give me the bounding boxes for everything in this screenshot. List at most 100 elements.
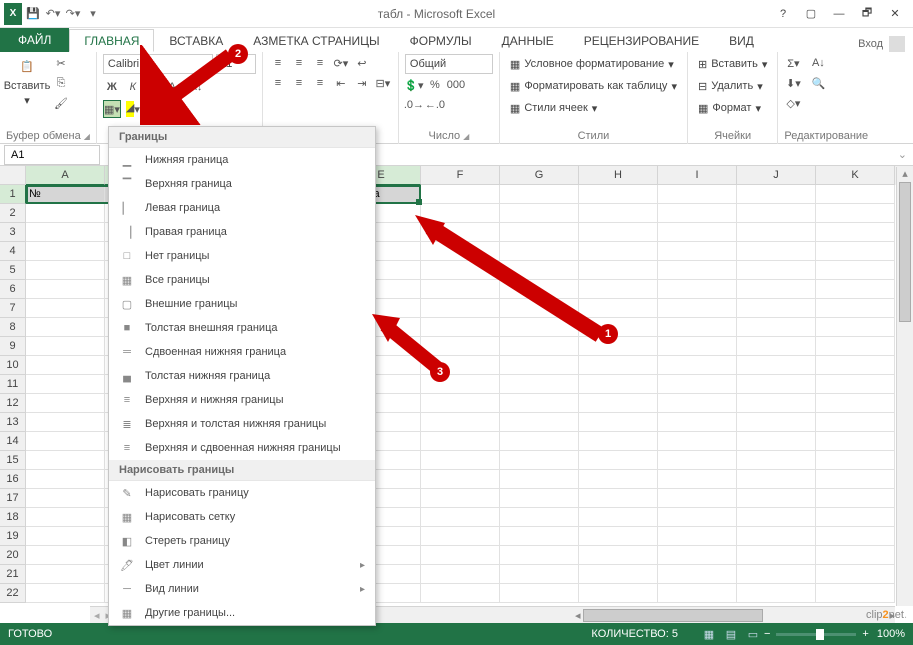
cell[interactable] — [816, 394, 895, 413]
cell[interactable] — [421, 451, 500, 470]
cell[interactable] — [737, 527, 816, 546]
cell[interactable] — [816, 261, 895, 280]
sort-filter-icon[interactable]: A↓ — [805, 54, 831, 72]
user-icon[interactable] — [889, 36, 905, 52]
cell[interactable] — [500, 565, 579, 584]
increase-indent-icon[interactable]: ⇥ — [353, 74, 371, 92]
wrap-text-icon[interactable]: ↩ — [353, 54, 371, 72]
row-header[interactable]: 2 — [0, 204, 26, 223]
cell[interactable] — [816, 185, 895, 204]
row-header[interactable]: 15 — [0, 451, 26, 470]
cell[interactable] — [500, 489, 579, 508]
border-menu-item[interactable]: ✎Нарисовать границу — [109, 481, 375, 505]
cell[interactable] — [579, 546, 658, 565]
help-icon[interactable]: ? — [771, 4, 795, 24]
cell[interactable] — [658, 261, 737, 280]
border-menu-item[interactable]: ═Сдвоенная нижняя граница — [109, 340, 375, 364]
cell[interactable] — [579, 261, 658, 280]
cell[interactable] — [737, 261, 816, 280]
cell[interactable] — [421, 394, 500, 413]
cell[interactable] — [26, 375, 105, 394]
cell[interactable] — [421, 318, 500, 337]
cell[interactable] — [421, 527, 500, 546]
cell[interactable] — [658, 337, 737, 356]
row-header[interactable]: 17 — [0, 489, 26, 508]
view-page-break-icon[interactable]: ▭ — [742, 625, 764, 643]
shrink-font-icon[interactable]: A↓ — [187, 78, 205, 96]
cell[interactable] — [658, 489, 737, 508]
cell[interactable] — [816, 451, 895, 470]
zoom-out-icon[interactable]: − — [764, 628, 770, 640]
restore-icon[interactable]: 🗗 — [855, 4, 879, 24]
cell[interactable] — [658, 413, 737, 432]
decrease-decimal-icon[interactable]: ←.0 — [426, 96, 444, 114]
cell[interactable] — [26, 584, 105, 603]
number-format-combo[interactable]: Общий — [405, 54, 493, 74]
delete-cells-button[interactable]: ⊟Удалить▾ — [694, 76, 767, 96]
merge-center-icon[interactable]: ⊟▾ — [374, 74, 392, 92]
cell[interactable] — [500, 508, 579, 527]
border-menu-item[interactable]: □Нет границы — [109, 244, 375, 268]
col-header-F[interactable]: F — [421, 166, 500, 185]
cell[interactable] — [26, 527, 105, 546]
underline-button[interactable]: Ч — [145, 78, 163, 96]
cell[interactable] — [26, 280, 105, 299]
formula-expand-icon[interactable]: ⌄ — [892, 148, 913, 161]
decrease-indent-icon[interactable]: ⇤ — [332, 74, 350, 92]
border-menu-item[interactable]: ■Толстая внешняя граница — [109, 316, 375, 340]
row-header[interactable]: 19 — [0, 527, 26, 546]
name-box[interactable]: A1 — [4, 145, 100, 165]
cell[interactable] — [26, 356, 105, 375]
cell[interactable] — [421, 470, 500, 489]
cell[interactable] — [737, 413, 816, 432]
paste-button[interactable]: 📋 Вставить ▾ — [6, 54, 48, 107]
excel-icon[interactable]: X — [4, 5, 22, 23]
cell[interactable] — [421, 204, 500, 223]
cell[interactable] — [816, 204, 895, 223]
cell[interactable] — [816, 413, 895, 432]
align-right-icon[interactable]: ≡ — [311, 74, 329, 92]
dialog-launcher-icon[interactable]: ◢ — [84, 132, 90, 141]
cell[interactable] — [737, 394, 816, 413]
border-menu-item[interactable]: ≣Верхняя и толстая нижняя границы — [109, 412, 375, 436]
cell[interactable] — [579, 432, 658, 451]
sheet-nav-prev-icon[interactable]: ◂ — [94, 609, 100, 622]
cell[interactable] — [579, 242, 658, 261]
vertical-scrollbar[interactable]: ▴ — [896, 167, 913, 606]
tab-review[interactable]: РЕЦЕНЗИРОВАНИЕ — [569, 29, 714, 52]
cell[interactable] — [500, 204, 579, 223]
cell[interactable] — [421, 280, 500, 299]
cell[interactable] — [26, 451, 105, 470]
cell[interactable] — [816, 584, 895, 603]
cell[interactable] — [500, 223, 579, 242]
row-header[interactable]: 21 — [0, 565, 26, 584]
zoom-slider[interactable] — [776, 633, 856, 636]
cell[interactable] — [421, 299, 500, 318]
cell[interactable] — [658, 185, 737, 204]
cell[interactable] — [579, 489, 658, 508]
cell[interactable] — [500, 318, 579, 337]
cell[interactable] — [500, 470, 579, 489]
font-name-combo[interactable]: Calibri — [103, 54, 213, 74]
border-menu-item[interactable]: ▔Верхняя граница — [109, 172, 375, 196]
cell[interactable] — [500, 451, 579, 470]
save-icon[interactable]: 💾 — [24, 5, 42, 23]
cell[interactable] — [737, 204, 816, 223]
italic-button[interactable]: К — [124, 78, 142, 96]
fill-icon[interactable]: ⬇▾ — [784, 74, 802, 92]
align-middle-icon[interactable]: ≡ — [290, 54, 308, 72]
tab-data[interactable]: ДАННЫЕ — [487, 29, 569, 52]
bold-button[interactable]: Ж — [103, 78, 121, 96]
cell[interactable] — [421, 223, 500, 242]
cell[interactable] — [500, 337, 579, 356]
redo-icon[interactable]: ↷▾ — [64, 5, 82, 23]
scroll-up-icon[interactable]: ▴ — [897, 167, 913, 180]
cell[interactable] — [579, 318, 658, 337]
cell[interactable] — [658, 223, 737, 242]
cell[interactable] — [816, 337, 895, 356]
format-painter-icon[interactable]: 🖌 — [52, 94, 70, 112]
cell[interactable] — [500, 280, 579, 299]
col-header-I[interactable]: I — [658, 166, 737, 185]
cell[interactable] — [500, 527, 579, 546]
close-icon[interactable]: ✕ — [883, 4, 907, 24]
